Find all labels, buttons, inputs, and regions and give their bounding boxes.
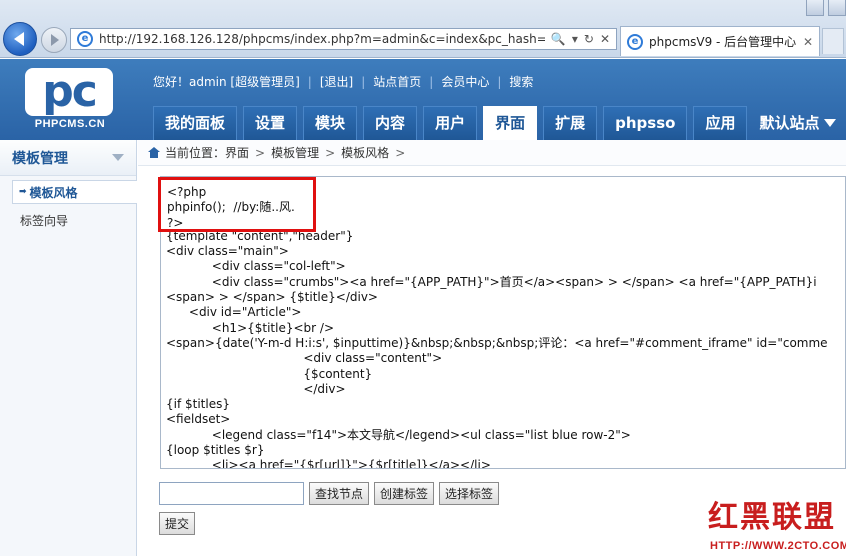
new-tab-button[interactable] [822, 28, 844, 54]
menu-modules[interactable]: 模块 [303, 106, 358, 140]
search-input[interactable] [159, 482, 304, 505]
injected-php-code[interactable]: <?php phpinfo(); //by:随..风. ?> [167, 185, 295, 231]
tab-close-icon[interactable]: ✕ [803, 35, 813, 49]
main-menu: 我的面板 设置 模块 内容 用户 界面 扩展 phpsso 应用 默认站点 [153, 106, 840, 140]
search-link[interactable]: 搜索 [509, 73, 533, 90]
watermark-url: HTTP://WWW.2CTO.COM [710, 540, 846, 552]
watermark-title: 红黑联盟 [708, 500, 836, 535]
breadcrumb-label: 当前位置： [165, 146, 226, 160]
tab-title: phpcmsV9 - 后台管理中心 [649, 35, 797, 49]
menu-interface[interactable]: 界面 [483, 106, 538, 140]
stop-icon[interactable]: ✕ [600, 32, 610, 46]
ie-icon: e [627, 33, 643, 50]
site-home-link[interactable]: 站点首页 [373, 73, 421, 90]
browser-chrome: e http://192.168.126.128/phpcms/index.ph… [0, 0, 846, 58]
select-tag-button[interactable]: 选择标签 [439, 482, 500, 505]
menu-content[interactable]: 内容 [363, 106, 418, 140]
forward-button[interactable] [41, 27, 67, 53]
sidebar-item-label: 标签向导 [20, 213, 69, 228]
greeting: 您好！admin [超级管理员] [153, 75, 300, 89]
address-bar[interactable]: e http://192.168.126.128/phpcms/index.ph… [70, 28, 617, 50]
editor-toolbar: 查找节点 创建标签 选择标签 [159, 482, 500, 505]
sidebar-title[interactable]: 模板管理 [0, 140, 136, 176]
dropdown-icon[interactable]: ▾ [572, 32, 578, 46]
menu-apps[interactable]: 应用 [693, 106, 748, 140]
menu-users[interactable]: 用户 [423, 106, 478, 140]
minimize-icon[interactable] [806, 0, 824, 16]
browser-tab[interactable]: e phpcmsV9 - 后台管理中心 ✕ [620, 26, 820, 56]
arrow-right-icon: ➡ [19, 187, 27, 197]
logo[interactable]: pc PHPCMS.CN [25, 66, 115, 130]
menu-settings[interactable]: 设置 [243, 106, 298, 140]
highlight-box: <?php phpinfo(); //by:随..风. ?> [158, 177, 316, 232]
address-url[interactable]: http://192.168.126.128/phpcms/index.php?… [99, 32, 545, 46]
sidebar-item-tag-wizard[interactable]: 标签向导 [12, 208, 137, 232]
menu-my-panel[interactable]: 我的面板 [153, 106, 238, 140]
chevron-down-icon [824, 119, 837, 127]
sidebar: 模板管理 ➡ 模板风格 标签向导 [0, 140, 137, 556]
member-center-link[interactable]: 会员中心 [441, 73, 489, 90]
collapse-icon[interactable] [112, 154, 124, 161]
close-window-icon[interactable] [828, 0, 846, 16]
logo-text: PHPCMS.CN [34, 118, 106, 130]
refresh-icon[interactable]: ↻ [584, 32, 594, 46]
menu-phpsso[interactable]: phpsso [603, 106, 688, 140]
logout-link[interactable]: [退出] [320, 73, 353, 90]
sidebar-item-label: 模板风格 [29, 185, 78, 200]
home-icon [148, 147, 160, 158]
site-selector[interactable]: 默认站点 [755, 106, 840, 140]
sidebar-title-text: 模板管理 [12, 150, 68, 167]
site-label: 默认站点 [759, 114, 820, 132]
sidebar-item-template-style[interactable]: ➡ 模板风格 [12, 180, 137, 204]
search-icon[interactable]: 🔍 [551, 32, 566, 46]
watermark: 红黑联盟 HTTP://WWW.2CTO.COM [708, 498, 846, 556]
breadcrumb-item[interactable]: 界面 [225, 144, 249, 161]
breadcrumb-item[interactable]: 模板风格 [341, 144, 389, 161]
find-node-button[interactable]: 查找节点 [309, 482, 370, 505]
back-button[interactable] [3, 22, 37, 56]
address-tools[interactable]: 🔍 ▾ ↻ ✕ [545, 32, 616, 46]
breadcrumb-item[interactable]: 模板管理 [271, 144, 319, 161]
main-content: 当前位置： 界面 > 模板管理 > 模板风格 > {template "cont… [138, 140, 846, 556]
menu-extend[interactable]: 扩展 [543, 106, 598, 140]
ie-icon: e [77, 31, 93, 47]
window-controls[interactable] [798, 0, 846, 18]
submit-button[interactable]: 提交 [159, 512, 196, 535]
cms-header: pc PHPCMS.CN 您好！admin [超级管理员] | [退出] | 站… [0, 59, 846, 140]
logo-mark: pc [42, 66, 98, 117]
create-tag-button[interactable]: 创建标签 [374, 482, 435, 505]
top-links: 您好！admin [超级管理员] | [退出] | 站点首页 | 会员中心 | … [153, 73, 534, 90]
breadcrumb: 当前位置： 界面 > 模板管理 > 模板风格 > [138, 140, 846, 166]
